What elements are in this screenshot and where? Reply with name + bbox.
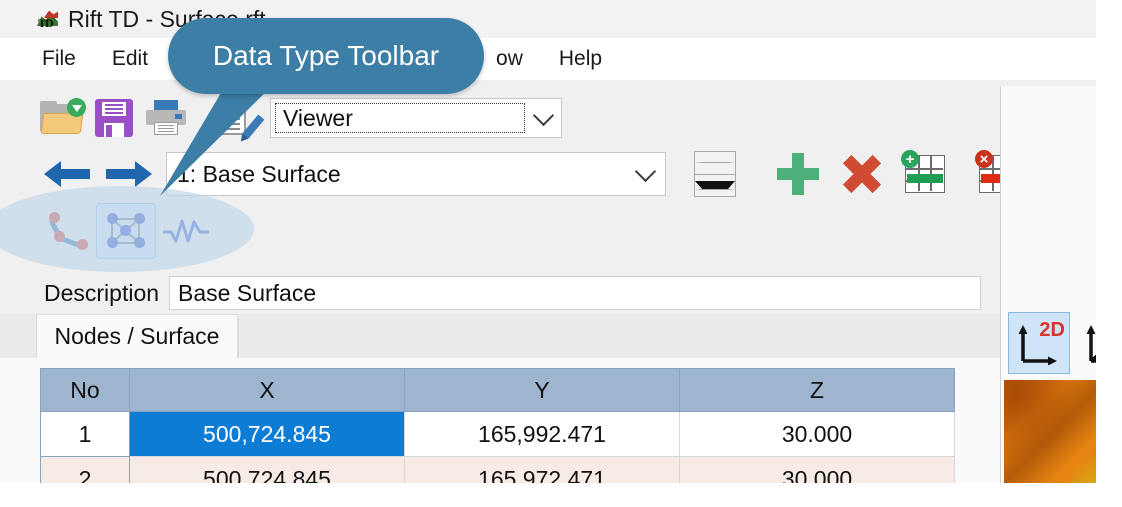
cell-y[interactable]: 165,992.471	[404, 411, 680, 457]
chevron-down-icon[interactable]	[525, 99, 561, 137]
print-button[interactable]	[140, 94, 192, 142]
column-header-no[interactable]: No	[40, 368, 130, 412]
polyline-icon	[45, 210, 88, 252]
arrow-right-icon	[106, 161, 152, 187]
tab-strip-filler	[238, 318, 1103, 358]
torn-edge-right	[1096, 0, 1122, 507]
nav-back-button[interactable]	[36, 151, 98, 197]
nodes-table: No X Y Z 1 500,724.845 165,992.471 30.00…	[40, 368, 955, 502]
callout-bubble: Data Type Toolbar	[168, 18, 484, 94]
application-window: TD Rift TD - Surface.rft File Edit ow He…	[0, 0, 1122, 507]
axes-2d-icon: 2D	[1017, 319, 1065, 366]
triangle-up-icon	[695, 162, 735, 164]
delete-button[interactable]	[830, 149, 894, 199]
data-type-toolbar	[36, 200, 216, 262]
spinner-down-button[interactable]	[695, 175, 735, 197]
insert-row-icon: +	[901, 150, 945, 193]
column-header-y[interactable]: Y	[404, 368, 680, 412]
record-spinner[interactable]	[694, 151, 736, 197]
add-button[interactable]	[766, 149, 830, 199]
save-button[interactable]	[88, 94, 140, 142]
menu-item-window[interactable]: ow	[496, 47, 523, 71]
edit-button[interactable]	[210, 94, 265, 142]
callout-text: Data Type Toolbar	[212, 40, 440, 71]
main-toolbar-row: Viewer	[36, 92, 562, 144]
insert-row-button[interactable]: +	[894, 149, 956, 199]
toolbar-area: Viewer 1: Base Surface + ×	[0, 80, 1103, 272]
data-type-waveform-button[interactable]	[156, 203, 216, 259]
view-2d-button[interactable]: 2D	[1008, 312, 1070, 374]
viewer-combobox-value: Viewer	[283, 104, 353, 131]
triangle-down-icon	[695, 180, 735, 190]
terrain-td-icon: TD	[36, 7, 60, 31]
row-number[interactable]: 1	[40, 411, 130, 457]
cross-icon	[842, 154, 882, 194]
data-type-polyline-button[interactable]	[36, 203, 96, 259]
surface-mesh-icon	[106, 212, 146, 250]
title-bar: TD Rift TD - Surface.rft	[0, 0, 1103, 38]
printer-icon	[145, 100, 187, 136]
view-2d-label: 2D	[1039, 319, 1065, 341]
save-floppy-icon	[95, 99, 133, 137]
tab-nodes-surface[interactable]: Nodes / Surface	[36, 314, 238, 358]
spinner-up-button[interactable]	[695, 152, 735, 175]
menu-item-help[interactable]: Help	[559, 47, 602, 71]
navigation-toolbar-row: 1: Base Surface + ×	[36, 146, 1030, 202]
cell-x[interactable]: 500,724.845	[129, 411, 405, 457]
chevron-down-icon[interactable]	[625, 153, 665, 195]
nav-forward-button[interactable]	[98, 151, 160, 197]
table-header-row: No X Y Z	[40, 368, 955, 412]
table-row[interactable]: 1 500,724.845 165,992.471 30.000	[40, 411, 955, 457]
menu-item-edit[interactable]: Edit	[112, 47, 148, 71]
waveform-icon	[162, 216, 210, 246]
torn-edge-bottom	[0, 483, 1122, 507]
column-header-x[interactable]: X	[129, 368, 405, 412]
surface-combobox[interactable]: 1: Base Surface	[166, 152, 666, 196]
open-folder-icon	[40, 98, 86, 135]
description-row: Description Base Surface	[0, 272, 1103, 314]
menu-item-file[interactable]: File	[42, 47, 76, 71]
arrow-left-icon	[44, 161, 90, 187]
cell-z[interactable]: 30.000	[679, 411, 955, 457]
viewer-combobox[interactable]: Viewer	[270, 98, 562, 138]
menu-bar: File Edit ow Help	[0, 38, 1103, 80]
open-button[interactable]	[36, 94, 88, 142]
plus-icon	[777, 153, 819, 195]
tab-strip: Nodes / Surface	[0, 314, 1103, 358]
panel-divider	[1000, 86, 1001, 506]
description-input[interactable]: Base Surface	[169, 276, 982, 310]
edit-document-icon	[216, 98, 265, 140]
data-type-surface-button[interactable]	[96, 203, 156, 259]
column-header-z[interactable]: Z	[679, 368, 955, 412]
description-label: Description	[44, 279, 160, 306]
surface-combobox-value: 1: Base Surface	[177, 160, 341, 187]
